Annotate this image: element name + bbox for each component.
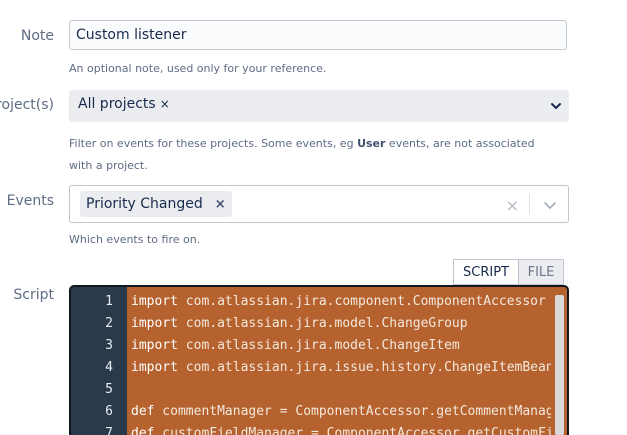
code-text: commentManager = ComponentAccessor.getCo…	[154, 404, 551, 419]
line-number: 7	[105, 426, 113, 435]
line-number: 1	[105, 294, 113, 309]
listener-form: Note An optional note, used only for you…	[0, 0, 627, 435]
code-line: def customFieldManager = ComponentAccess…	[131, 423, 551, 435]
code-keyword: import	[131, 338, 178, 353]
code-keyword: def	[131, 404, 155, 419]
code-text: com.atlassian.jira.model.ChangeItem	[177, 338, 460, 353]
chevron-down-icon[interactable]	[542, 197, 558, 213]
code-text: com.atlassian.jira.issue.history.ChangeI…	[177, 360, 551, 375]
code-text: com.atlassian.jira.component.ComponentAc…	[177, 294, 546, 309]
line-number: 4	[105, 360, 113, 375]
line-number: 5	[105, 382, 113, 397]
events-separator	[529, 194, 530, 214]
project-chip-remove-icon[interactable]: ×	[160, 97, 170, 111]
note-help: An optional note, used only for your ref…	[69, 62, 327, 75]
code-text: com.atlassian.jira.model.ChangeGroup	[177, 316, 468, 331]
events-help: Which events to fire on.	[69, 233, 201, 246]
clear-icon[interactable]: ×	[506, 196, 519, 215]
editor-scrollbar[interactable]	[551, 287, 567, 435]
chevron-down-icon[interactable]	[549, 99, 563, 113]
project-chip-label: All projects	[78, 96, 156, 112]
code-keyword: import	[131, 360, 178, 375]
script-label: Script	[13, 287, 54, 303]
events-label: Events	[6, 193, 54, 209]
event-chip: Priority Changed ×	[80, 191, 232, 217]
line-number: 6	[105, 404, 113, 419]
projects-help: Filter on events for these projects. Som…	[69, 133, 559, 177]
projects-help-prefix: Filter on events for these projects. Som…	[69, 137, 358, 150]
code-text: customFieldManager = ComponentAccessor.g…	[162, 426, 551, 435]
note-label: Note	[20, 28, 54, 44]
code-text-area[interactable]: import com.atlassian.jira.component.Comp…	[127, 287, 551, 435]
event-chip-remove-icon[interactable]: ×	[215, 197, 226, 212]
event-chip-label: Priority Changed	[86, 196, 203, 212]
code-line: import com.atlassian.jira.component.Comp…	[131, 291, 546, 313]
file-toggle-button[interactable]: FILE	[519, 259, 564, 285]
line-number-gutter: 1 2 3 4 5 6 7	[71, 287, 127, 435]
code-keyword: import	[131, 316, 178, 331]
code-line: import com.atlassian.jira.issue.history.…	[131, 357, 551, 379]
code-line: def commentManager = ComponentAccessor.g…	[131, 401, 551, 423]
line-number: 2	[105, 316, 113, 331]
script-toggle-button[interactable]: SCRIPT	[453, 259, 519, 285]
projects-select[interactable]: All projects ×	[69, 90, 569, 122]
note-input[interactable]	[69, 20, 567, 50]
project-chip: All projects ×	[78, 96, 170, 112]
code-keyword: def	[131, 426, 155, 435]
code-line: import com.atlassian.jira.model.ChangeGr…	[131, 313, 468, 335]
projects-help-bold: User	[357, 137, 386, 150]
line-number: 3	[105, 338, 113, 353]
projects-label: roject(s)	[0, 97, 54, 113]
code-keyword: import	[131, 294, 178, 309]
scrollbar-thumb[interactable]	[555, 295, 564, 435]
code-line: import com.atlassian.jira.model.ChangeIt…	[131, 335, 460, 357]
code-editor[interactable]: 1 2 3 4 5 6 7 import com.atlassian.jira.…	[69, 285, 569, 435]
events-select[interactable]: Priority Changed × ×	[69, 185, 569, 223]
